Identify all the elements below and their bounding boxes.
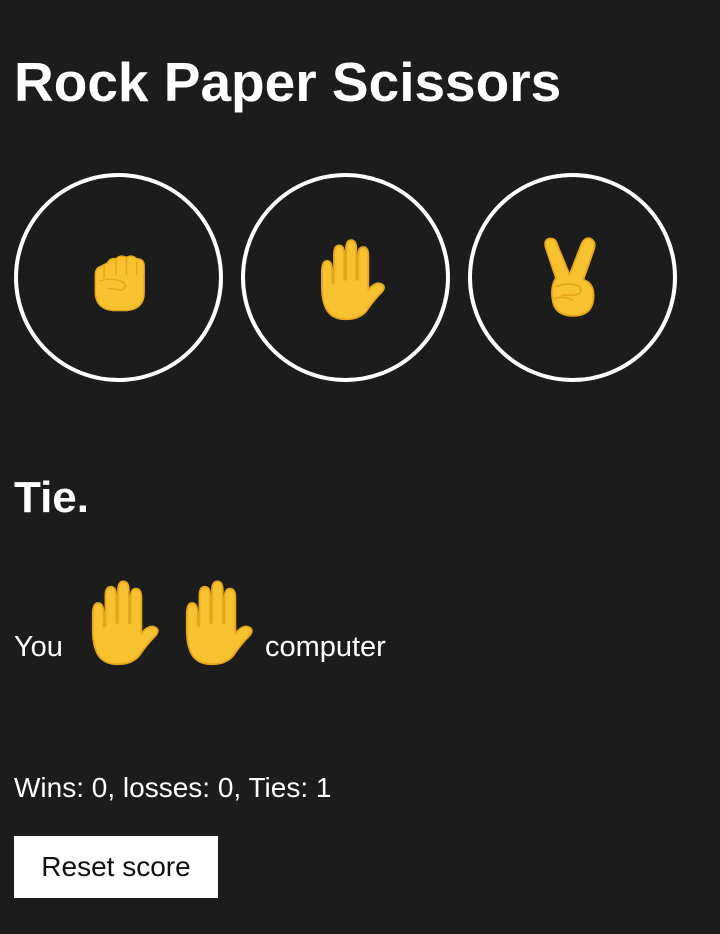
raised-fist-icon [82, 241, 156, 315]
reset-score-button[interactable]: Reset score [14, 836, 218, 898]
page-title: Rock Paper Scissors [14, 51, 562, 113]
paper-button[interactable] [241, 173, 450, 382]
app-page: Rock Paper Scissors Tie. You computer Wi… [0, 0, 720, 934]
you-label: You [14, 631, 63, 663]
computer-label: computer [264, 631, 386, 663]
rock-button[interactable] [14, 173, 223, 382]
result-text: Tie. [14, 473, 90, 522]
choice-buttons [14, 173, 677, 382]
victory-hand-icon [530, 235, 616, 321]
computer-choice-raised-hand-icon [167, 576, 257, 666]
scissors-button[interactable] [468, 173, 677, 382]
player-choice-raised-hand-icon [73, 576, 163, 666]
score-text: Wins: 0, losses: 0, Ties: 1 [14, 772, 332, 803]
raised-hand-icon [303, 235, 389, 321]
matchup-row: You computer [14, 566, 386, 666]
